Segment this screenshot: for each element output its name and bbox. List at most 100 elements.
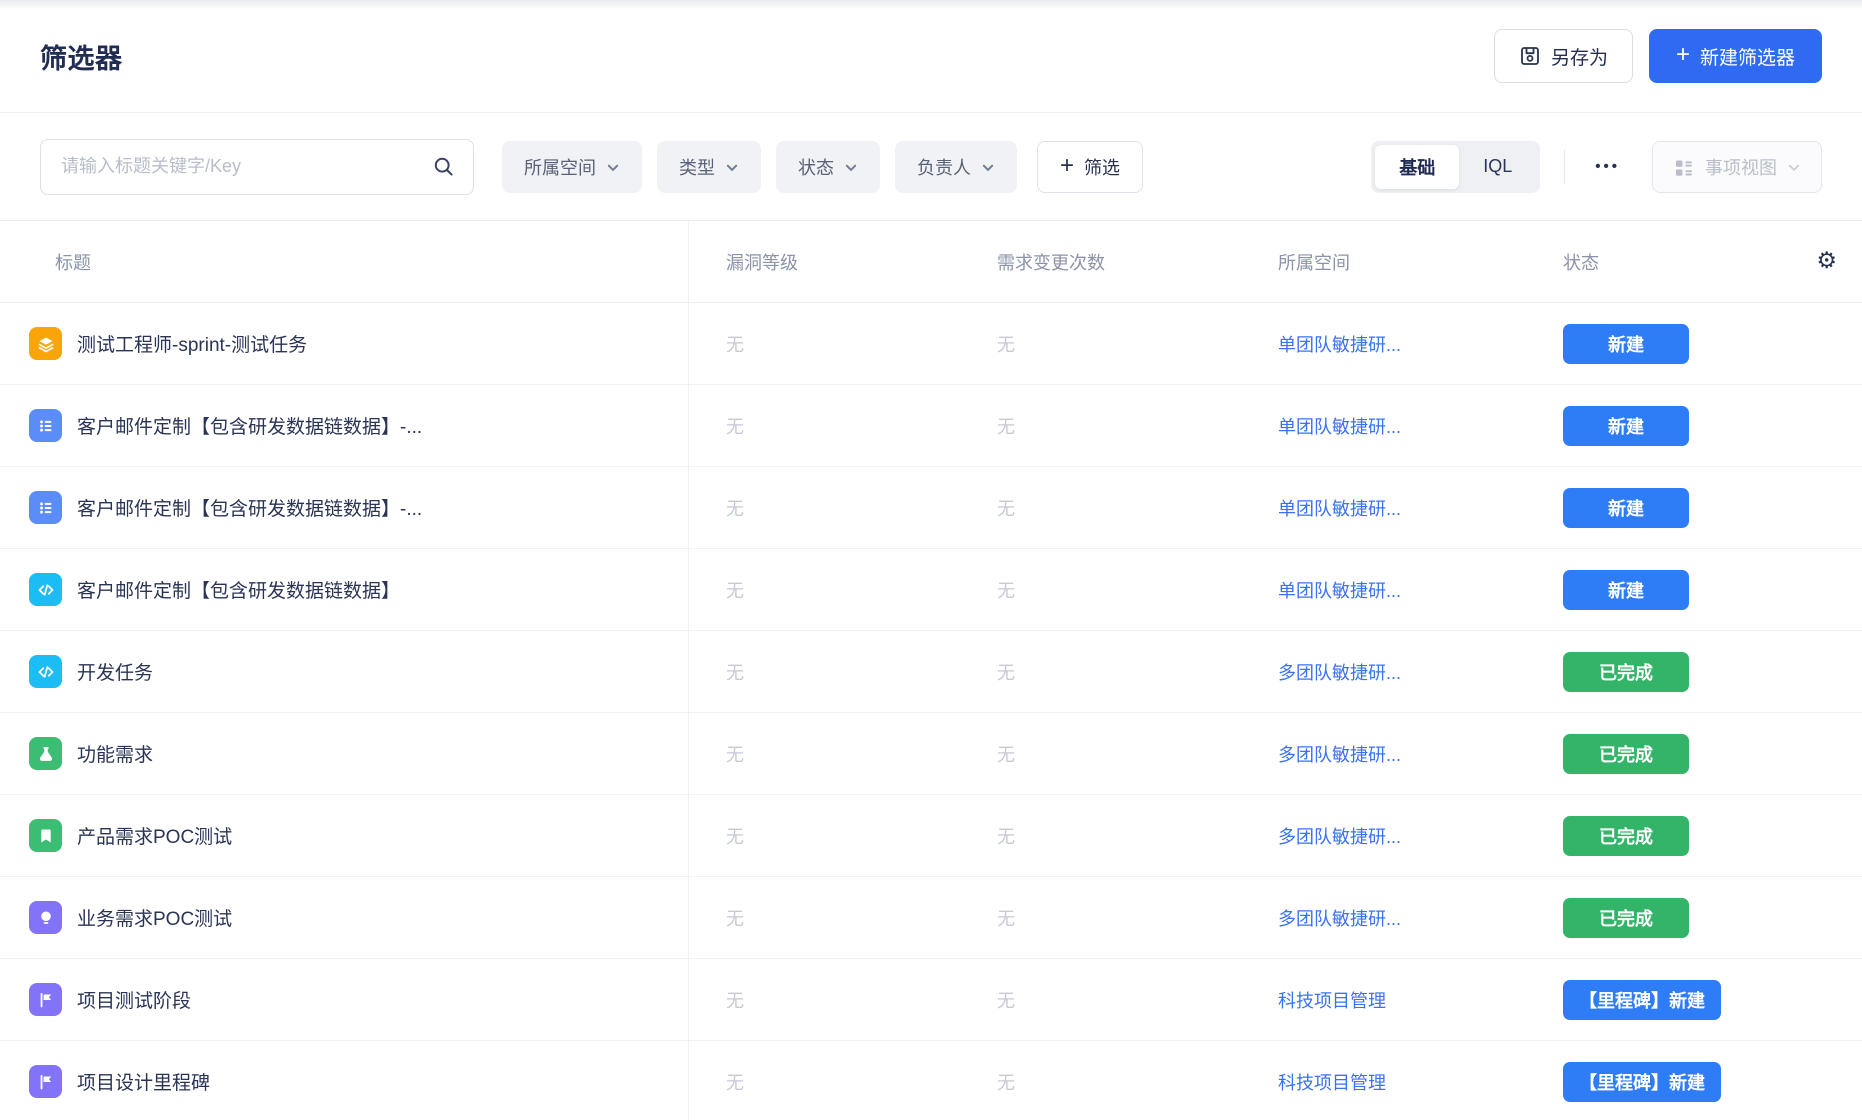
space-link[interactable]: 多团队敏捷研...: [1278, 745, 1401, 765]
space-link[interactable]: 单团队敏捷研...: [1278, 499, 1401, 519]
table-row[interactable]: 业务需求POC测试 无 无 多团队敏捷研... 已完成: [0, 877, 1862, 959]
chevron-down-icon: [725, 161, 739, 175]
mode-iql-tab[interactable]: IQL: [1459, 145, 1536, 189]
flag-icon: [29, 983, 62, 1016]
page-title: 筛选器: [40, 37, 123, 76]
column-header-vuln-level: 漏洞等级: [689, 249, 997, 275]
cell-change-count: 无: [997, 987, 1278, 1013]
mode-basic-tab[interactable]: 基础: [1375, 145, 1459, 189]
space-link[interactable]: 多团队敏捷研...: [1278, 827, 1401, 847]
table-row[interactable]: 客户邮件定制【包含研发数据链数据】-... 无 无 单团队敏捷研... 新建: [0, 467, 1862, 549]
status-badge: 【里程碑】新建: [1563, 1062, 1721, 1102]
search-box: [40, 139, 474, 195]
space-link[interactable]: 多团队敏捷研...: [1278, 909, 1401, 929]
filter-toolbar: 所属空间 类型 状态 负责人 + 筛选: [0, 113, 1862, 220]
code-icon: [29, 573, 62, 606]
status-badge: 已完成: [1563, 652, 1689, 692]
row-title[interactable]: 功能需求: [77, 740, 153, 767]
space-link[interactable]: 单团队敏捷研...: [1278, 417, 1401, 437]
table-row[interactable]: 功能需求 无 无 多团队敏捷研... 已完成: [0, 713, 1862, 795]
table-row[interactable]: 项目设计里程碑 无 无 科技项目管理 【里程碑】新建: [0, 1041, 1862, 1120]
space-link[interactable]: 多团队敏捷研...: [1278, 663, 1401, 683]
cell-vuln-level: 无: [689, 823, 997, 849]
column-header-change-count: 需求变更次数: [997, 249, 1278, 275]
layers-icon: [29, 327, 62, 360]
cell-vuln-level: 无: [689, 659, 997, 685]
row-title[interactable]: 开发任务: [77, 658, 153, 685]
cell-vuln-level: 无: [689, 741, 997, 767]
table-row[interactable]: 项目测试阶段 无 无 科技项目管理 【里程碑】新建: [0, 959, 1862, 1041]
dropdown-type-label: 类型: [679, 154, 715, 180]
new-filter-button[interactable]: + 新建筛选器: [1649, 29, 1822, 83]
dropdown-assignee[interactable]: 负责人: [895, 141, 1017, 193]
row-title[interactable]: 项目设计里程碑: [77, 1068, 210, 1095]
table-row[interactable]: 开发任务 无 无 多团队敏捷研... 已完成: [0, 631, 1862, 713]
flask-icon: [29, 737, 62, 770]
list-icon: [29, 409, 62, 442]
cell-vuln-level: 无: [689, 413, 997, 439]
query-mode-toggle: 基础 IQL: [1371, 141, 1540, 193]
row-title[interactable]: 客户邮件定制【包含研发数据链数据】-...: [77, 494, 422, 521]
table-header-row: 标题 漏洞等级 需求变更次数 所属空间 状态 ⚙: [0, 221, 1862, 303]
status-badge: 已完成: [1563, 816, 1689, 856]
dropdown-space[interactable]: 所属空间: [502, 141, 642, 193]
toolbar-divider: [1564, 150, 1565, 184]
chevron-down-icon: [844, 161, 858, 175]
row-title[interactable]: 业务需求POC测试: [77, 904, 232, 931]
row-title[interactable]: 客户邮件定制【包含研发数据链数据】-...: [77, 412, 422, 439]
search-input[interactable]: [40, 139, 474, 195]
dropdown-status[interactable]: 状态: [776, 141, 880, 193]
page-header: 筛选器 另存为 + 新建筛选器: [0, 0, 1862, 113]
table-row[interactable]: 产品需求POC测试 无 无 多团队敏捷研... 已完成: [0, 795, 1862, 877]
cell-change-count: 无: [997, 905, 1278, 931]
status-badge: 【里程碑】新建: [1563, 980, 1721, 1020]
row-title[interactable]: 项目测试阶段: [77, 986, 191, 1013]
issues-table: 标题 漏洞等级 需求变更次数 所属空间 状态 ⚙ 测试工程师-sprint-测试…: [0, 220, 1862, 1120]
add-filter-label: 筛选: [1084, 154, 1120, 180]
cell-change-count: 无: [997, 495, 1278, 521]
space-link[interactable]: 单团队敏捷研...: [1278, 335, 1401, 355]
plus-icon: +: [1060, 154, 1074, 178]
chevron-down-icon: [1787, 161, 1801, 175]
list-icon: [29, 491, 62, 524]
status-badge: 新建: [1563, 570, 1689, 610]
cell-change-count: 无: [997, 823, 1278, 849]
cell-change-count: 无: [997, 413, 1278, 439]
bookmark-icon: [29, 819, 62, 852]
code-icon: [29, 655, 62, 688]
plus-icon: +: [1676, 43, 1690, 67]
column-header-space: 所属空间: [1278, 249, 1563, 275]
cell-vuln-level: 无: [689, 495, 997, 521]
table-row[interactable]: 客户邮件定制【包含研发数据链数据】-... 无 无 单团队敏捷研... 新建: [0, 385, 1862, 467]
dropdown-type[interactable]: 类型: [657, 141, 761, 193]
more-actions-button[interactable]: •••: [1589, 150, 1626, 183]
board-view-icon: [1673, 157, 1695, 179]
row-title[interactable]: 客户邮件定制【包含研发数据链数据】: [77, 576, 400, 603]
table-row[interactable]: 测试工程师-sprint-测试任务 无 无 单团队敏捷研... 新建: [0, 303, 1862, 385]
save-as-button[interactable]: 另存为: [1494, 29, 1633, 83]
chevron-down-icon: [606, 161, 620, 175]
space-link[interactable]: 科技项目管理: [1278, 1073, 1386, 1093]
space-link[interactable]: 单团队敏捷研...: [1278, 581, 1401, 601]
item-view-select[interactable]: 事项视图: [1652, 141, 1822, 193]
status-badge: 新建: [1563, 406, 1689, 446]
cell-vuln-level: 无: [689, 1069, 997, 1095]
cell-change-count: 无: [997, 577, 1278, 603]
column-settings-gear-icon[interactable]: ⚙: [1816, 250, 1837, 273]
status-badge: 已完成: [1563, 734, 1689, 774]
status-badge: 已完成: [1563, 898, 1689, 938]
add-filter-button[interactable]: + 筛选: [1037, 141, 1143, 193]
table-row[interactable]: 客户邮件定制【包含研发数据链数据】 无 无 单团队敏捷研... 新建: [0, 549, 1862, 631]
cell-change-count: 无: [997, 1069, 1278, 1095]
flag-icon: [29, 1065, 62, 1098]
row-title[interactable]: 测试工程师-sprint-测试任务: [77, 330, 307, 357]
chevron-down-icon: [981, 161, 995, 175]
item-view-label: 事项视图: [1705, 154, 1777, 180]
cell-change-count: 无: [997, 741, 1278, 767]
space-link[interactable]: 科技项目管理: [1278, 991, 1386, 1011]
row-title[interactable]: 产品需求POC测试: [77, 822, 232, 849]
cell-vuln-level: 无: [689, 331, 997, 357]
save-as-label: 另存为: [1551, 43, 1608, 70]
cell-change-count: 无: [997, 659, 1278, 685]
search-icon[interactable]: [432, 155, 456, 184]
